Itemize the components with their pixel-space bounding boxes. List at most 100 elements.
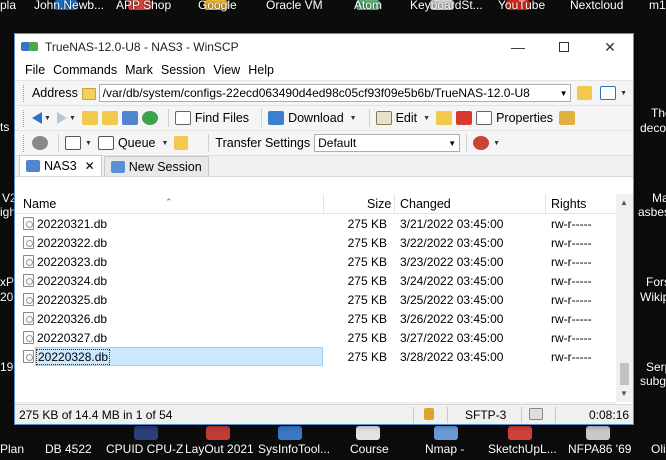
desktop-label-john[interactable]: John.Newb... <box>34 0 104 12</box>
queue-button[interactable]: Queue <box>97 136 155 150</box>
back-icon[interactable] <box>32 112 42 124</box>
desktop-label-right-9[interactable]: Oli <box>651 442 666 456</box>
desktop-label-youtube[interactable]: YouTube <box>498 0 545 12</box>
desktop-label-right-5[interactable]: Fors <box>646 275 666 289</box>
desktop-label-right-3[interactable]: Ma <box>652 191 666 205</box>
synchronize-dropdown-icon[interactable]: ▼ <box>493 140 500 147</box>
desktop-label-m1[interactable]: m1 <box>649 0 666 12</box>
layout-icon[interactable] <box>206 426 230 440</box>
find-files-button[interactable]: Find Files <box>174 111 249 125</box>
rename-icon[interactable] <box>559 111 576 125</box>
pdf-icon[interactable] <box>586 426 610 440</box>
table-row-selected[interactable]: 20220328.db 275 KB 3/28/2022 03:45:00 rw… <box>15 347 633 366</box>
desktop-label-right-6[interactable]: Wikip <box>640 290 666 304</box>
desktop-label-cpuz[interactable]: CPUID CPU-Z <box>106 442 183 456</box>
transfer-settings-select[interactable]: Default ▼ <box>314 134 461 152</box>
desktop-label-nmap[interactable]: Nmap - <box>425 442 464 456</box>
download-button[interactable]: Download <box>268 111 344 125</box>
title-bar[interactable]: TrueNAS-12.0-U8 - NAS3 - WinSCP — ✕ <box>15 34 633 60</box>
table-row[interactable]: 20220325.db 275 KB 3/25/2022 03:45:00 rw… <box>15 290 633 309</box>
desktop-label-nfpa[interactable]: NFPA86 '69 <box>568 442 631 456</box>
scrollbar-thumb[interactable] <box>620 363 629 385</box>
toolbar-grip[interactable] <box>23 134 26 152</box>
desktop-label-course[interactable]: Course <box>350 442 389 456</box>
parent-directory-icon[interactable] <box>81 111 98 125</box>
desktop-label-app-shop[interactable]: APP Shop <box>116 0 171 12</box>
course-icon[interactable] <box>356 426 380 440</box>
sysinfo-icon[interactable] <box>278 426 302 440</box>
menu-mark[interactable]: Mark <box>125 63 153 77</box>
view-dropdown-icon[interactable]: ▼ <box>85 140 92 147</box>
home-icon[interactable] <box>121 111 138 125</box>
delete-icon[interactable] <box>456 111 473 125</box>
transfer-settings-dropdown-icon[interactable]: ▼ <box>448 139 456 148</box>
column-size[interactable]: Size <box>367 197 391 211</box>
open-icon[interactable] <box>436 111 453 125</box>
desktop-label-right-8[interactable]: subg <box>640 374 666 388</box>
maximize-button[interactable] <box>541 34 587 60</box>
menu-help[interactable]: Help <box>248 63 274 77</box>
desktop-label-db4522[interactable]: DB 4522 <box>45 442 92 456</box>
forward-icon[interactable] <box>56 112 67 124</box>
tab-close-icon[interactable]: ✕ <box>85 159 95 173</box>
refresh-icon[interactable] <box>141 111 158 125</box>
tab-new-session[interactable]: New Session <box>103 156 209 176</box>
view-icon[interactable] <box>65 136 81 150</box>
menu-commands[interactable]: Commands <box>53 63 117 77</box>
address-input[interactable]: /var/db/system/configs-22ecd063490d4ed98… <box>98 84 571 102</box>
desktop-label-right-2[interactable]: deco <box>640 121 666 135</box>
preferences-gear-icon[interactable] <box>32 136 48 150</box>
toolbar-grip[interactable] <box>23 84 26 102</box>
desktop-label-right-1[interactable]: The <box>651 106 666 120</box>
back-dropdown-icon[interactable]: ▼ <box>44 115 51 122</box>
desktop-label-left-1[interactable]: ts <box>0 120 9 134</box>
properties-button[interactable]: Properties <box>476 111 553 125</box>
menu-file[interactable]: File <box>25 63 45 77</box>
column-changed[interactable]: Changed <box>400 197 451 211</box>
desktop-label-right-7[interactable]: Serp <box>646 360 666 374</box>
sketchup-icon[interactable] <box>508 426 532 440</box>
desktop-label-nextcloud[interactable]: Nextcloud <box>570 0 623 12</box>
table-row[interactable]: 20220322.db 275 KB 3/22/2022 03:45:00 rw… <box>15 233 633 252</box>
desktop-label-oracle-vm[interactable]: Oracle VM <box>266 0 323 12</box>
cpuid-icon[interactable] <box>134 426 158 440</box>
desktop-label-right-4[interactable]: asbes <box>638 205 666 219</box>
menu-view[interactable]: View <box>213 63 240 77</box>
scroll-up-icon[interactable]: ▲ <box>620 198 628 207</box>
menu-session[interactable]: Session <box>161 63 205 77</box>
column-rights[interactable]: Rights <box>551 197 586 211</box>
desktop-label-keyboard[interactable]: KeyboardSt... <box>410 0 483 12</box>
table-row[interactable]: 20220321.db 275 KB 3/21/2022 03:45:00 rw… <box>15 214 633 233</box>
close-button[interactable]: ✕ <box>587 34 633 60</box>
address-dropdown-icon[interactable]: ▼ <box>560 89 568 98</box>
desktop-label-pla[interactable]: pla <box>0 0 16 12</box>
table-row[interactable]: 20220326.db 275 KB 3/26/2022 03:45:00 rw… <box>15 309 633 328</box>
forward-dropdown-icon[interactable]: ▼ <box>69 115 76 122</box>
desktop-label-plan[interactable]: Plan <box>0 442 24 456</box>
desktop-label-layout[interactable]: LayOut 2021 <box>185 442 254 456</box>
edit-dropdown-icon[interactable]: ▼ <box>423 115 430 122</box>
queue-dropdown-icon[interactable]: ▼ <box>161 140 168 147</box>
tab-nas3[interactable]: NAS3 ✕ <box>19 155 102 176</box>
minimize-button[interactable]: — <box>495 34 541 60</box>
desktop-label-left-4[interactable]: xP <box>0 275 14 289</box>
desktop-label-sketchup[interactable]: SketchUpL... <box>488 442 557 456</box>
download-dropdown-icon[interactable]: ▼ <box>350 115 357 122</box>
column-name[interactable]: Name <box>23 197 56 211</box>
edit-button[interactable]: Edit <box>375 111 417 125</box>
tree-icon[interactable] <box>174 136 189 150</box>
filter-dropdown-icon[interactable]: ▼ <box>620 90 627 97</box>
vertical-scrollbar[interactable]: ▲ ▼ <box>616 194 633 402</box>
nmap-icon[interactable] <box>434 426 458 440</box>
root-directory-icon[interactable] <box>101 111 118 125</box>
synchronize-icon[interactable] <box>473 136 490 150</box>
table-row[interactable]: 20220323.db 275 KB 3/23/2022 03:45:00 rw… <box>15 252 633 271</box>
table-row[interactable]: 20220324.db 275 KB 3/24/2022 03:45:00 rw… <box>15 271 633 290</box>
open-folder-icon[interactable] <box>576 86 593 100</box>
filter-icon[interactable] <box>600 86 617 100</box>
scroll-down-icon[interactable]: ▼ <box>620 389 628 398</box>
toolbar-grip[interactable] <box>23 109 26 127</box>
table-row[interactable]: 20220327.db 275 KB 3/27/2022 03:45:00 rw… <box>15 328 633 347</box>
desktop-label-google[interactable]: Google <box>198 0 237 12</box>
desktop-label-atom[interactable]: Atom <box>354 0 382 12</box>
